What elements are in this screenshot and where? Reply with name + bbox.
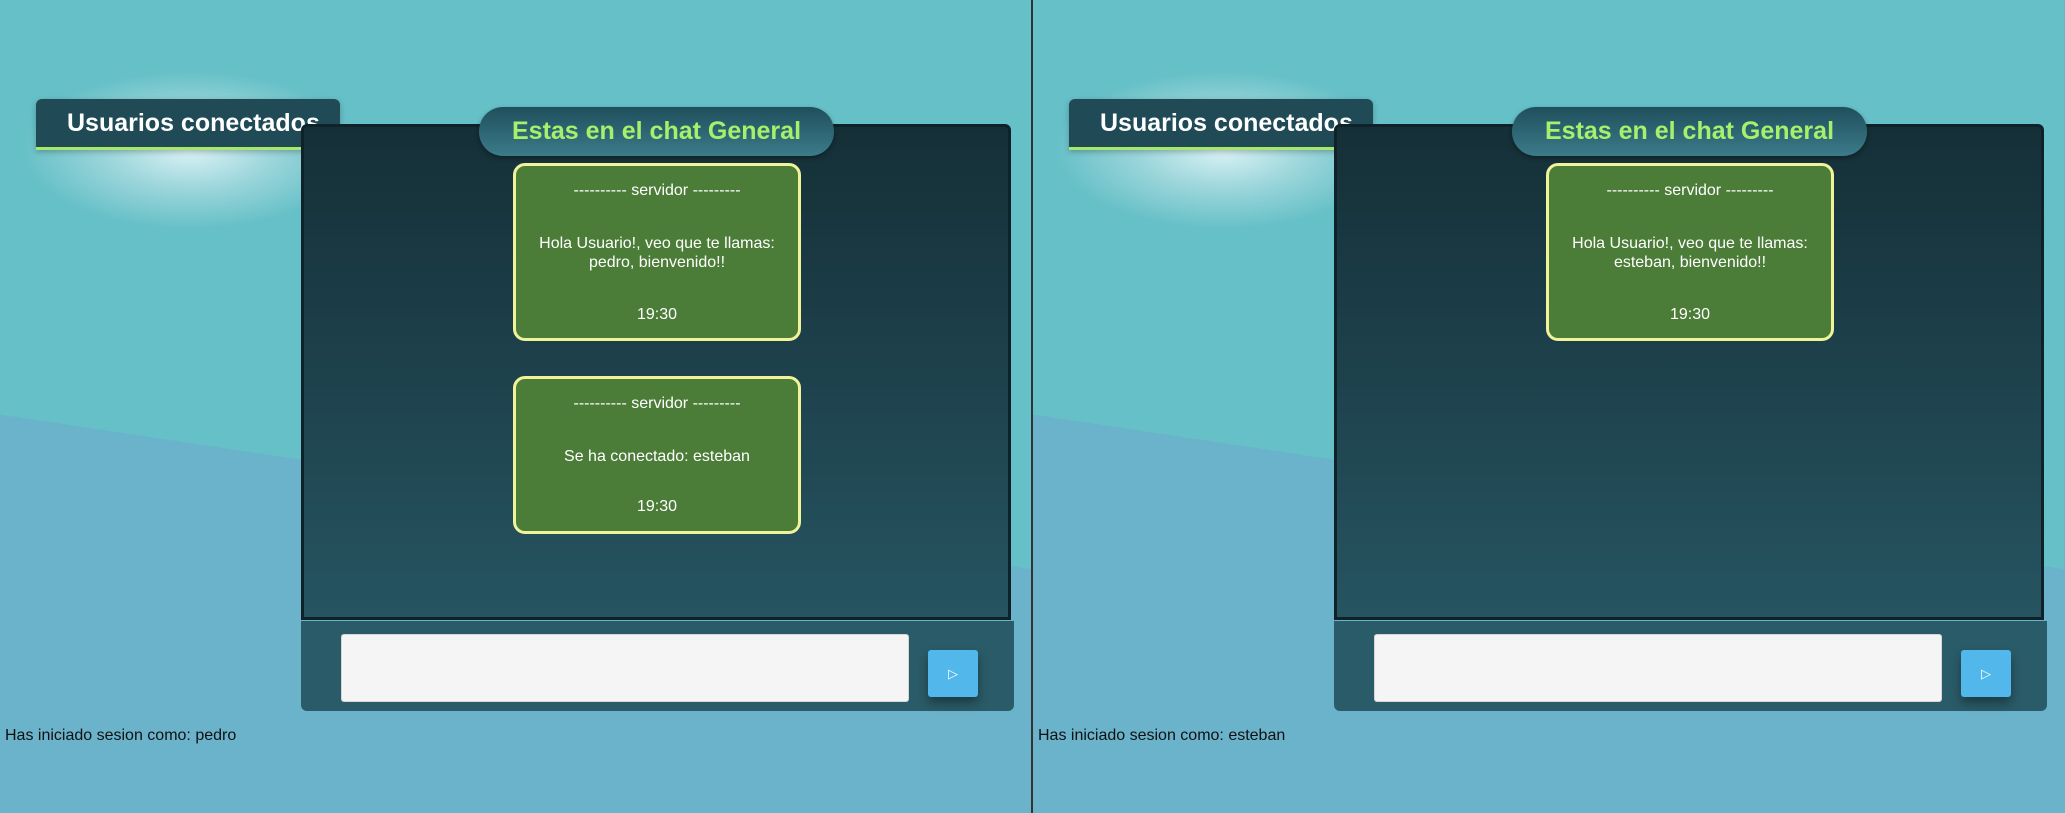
play-triangle-icon: ▷	[1981, 665, 1991, 681]
message-sender: ---------- servidor ---------	[1606, 182, 1774, 199]
connected-users-panel[interactable]: Usuarios conectados	[36, 99, 340, 150]
message-composer: ▷	[1334, 621, 2047, 711]
play-triangle-icon: ▷	[948, 665, 958, 681]
message-bubble: ---------- servidor --------- Hola Usuar…	[1546, 163, 1834, 341]
message-sender: ---------- servidor ---------	[573, 182, 741, 199]
message-input[interactable]	[341, 634, 909, 702]
message-text: Hola Usuario!, veo que te llamas: pedro,…	[539, 235, 775, 271]
connected-users-title: Usuarios conectados	[67, 109, 320, 137]
message-text: Hola Usuario!, veo que te llamas: esteba…	[1572, 235, 1808, 271]
connected-users-panel[interactable]: Usuarios conectados	[1069, 99, 1373, 150]
message-bubble: ---------- servidor --------- Se ha cone…	[513, 376, 801, 534]
message-time: 19:30	[636, 306, 678, 323]
connected-users-title: Usuarios conectados	[1100, 109, 1353, 137]
message-composer: ▷	[301, 621, 1014, 711]
session-status: Has iniciado sesion como: esteban	[1038, 727, 1286, 744]
message-bubble: ---------- servidor --------- Hola Usuar…	[513, 163, 801, 341]
chat-room-title: Estas en el chat General	[1512, 107, 1867, 156]
message-time: 19:30	[636, 498, 678, 515]
message-time: 19:30	[1669, 306, 1711, 323]
send-button[interactable]: ▷	[1961, 650, 2011, 697]
send-button[interactable]: ▷	[928, 650, 978, 697]
message-sender: ---------- servidor ---------	[573, 395, 741, 412]
chat-window-right: Usuarios conectados Estas en el chat Gen…	[1033, 0, 2064, 813]
session-status: Has iniciado sesion como: pedro	[5, 727, 237, 744]
message-input[interactable]	[1374, 634, 1942, 702]
message-text: Se ha conectado: esteban	[564, 448, 750, 465]
chat-room-title: Estas en el chat General	[479, 107, 834, 156]
chat-window-left: Usuarios conectados Estas en el chat Gen…	[0, 0, 1031, 813]
